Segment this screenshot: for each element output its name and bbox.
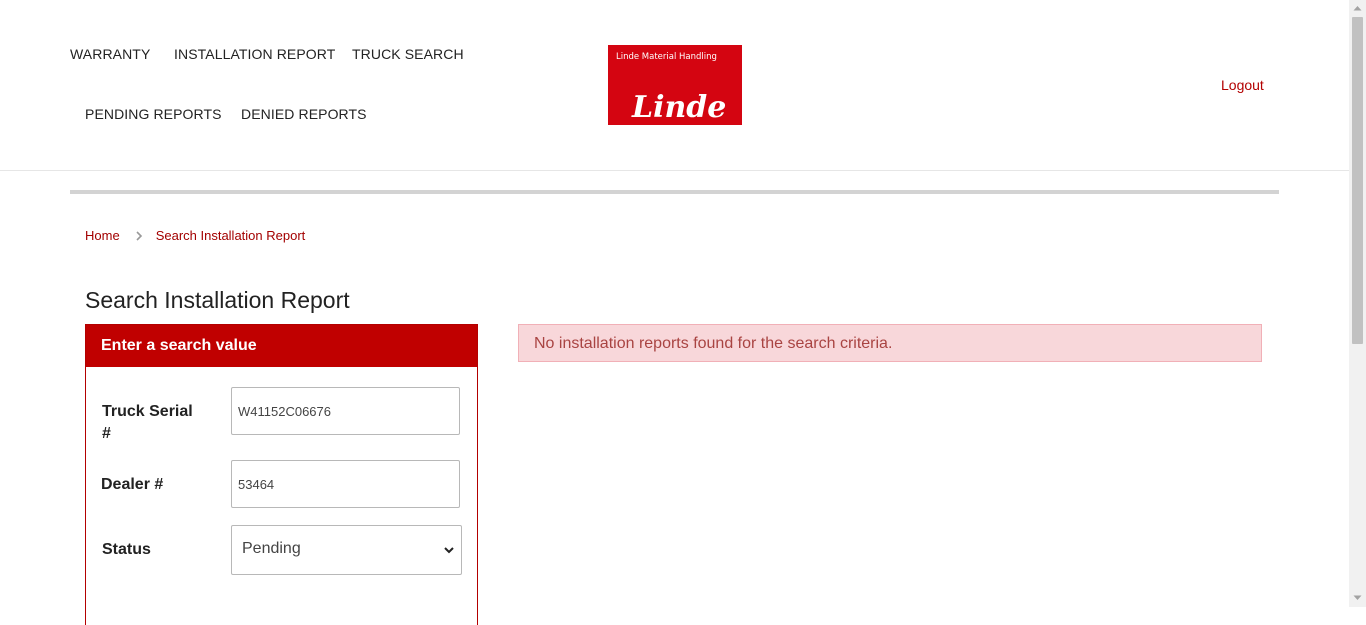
- header-divider: [70, 190, 1279, 194]
- alert-message: No installation reports found for the se…: [534, 335, 893, 352]
- page-title: Search Installation Report: [85, 287, 350, 313]
- linde-logo[interactable]: Linde Material Handling Linde: [608, 45, 742, 125]
- dealer-input[interactable]: [231, 460, 460, 508]
- breadcrumb-current[interactable]: Search Installation Report: [156, 228, 306, 243]
- nav-pending-reports[interactable]: PENDING REPORTS: [85, 106, 222, 122]
- scroll-up-arrow-icon[interactable]: [1353, 5, 1362, 11]
- truck-serial-input[interactable]: [231, 387, 460, 435]
- breadcrumb: Home Search Installation Report: [85, 228, 305, 243]
- scrollbar-thumb[interactable]: [1352, 17, 1363, 344]
- svg-text:Linde: Linde: [631, 90, 726, 125]
- status-selected-value: Pending: [242, 540, 301, 557]
- breadcrumb-home[interactable]: Home: [85, 228, 120, 243]
- nav-warranty[interactable]: WARRANTY: [70, 46, 150, 62]
- dealer-label: Dealer #: [101, 476, 164, 493]
- search-panel-header: Enter a search value: [86, 325, 477, 367]
- nav-denied-reports[interactable]: DENIED REPORTS: [241, 106, 367, 122]
- status-select[interactable]: Pending: [231, 525, 462, 575]
- site-header: WARRANTY INSTALLATION REPORT TRUCK SEARC…: [0, 0, 1349, 171]
- status-label: Status: [102, 541, 151, 558]
- no-results-alert: No installation reports found for the se…: [518, 324, 1262, 362]
- nav-installation-report[interactable]: INSTALLATION REPORT: [174, 46, 335, 62]
- logout-link[interactable]: Logout: [1221, 77, 1264, 93]
- search-panel: Enter a search value Truck Serial # Deal…: [85, 324, 478, 625]
- truck-serial-label: Truck Serial #: [102, 403, 193, 442]
- linde-wordmark-icon: Linde: [631, 90, 726, 125]
- nav-truck-search[interactable]: TRUCK SEARCH: [352, 46, 464, 62]
- chevron-right-icon: [134, 229, 144, 243]
- scroll-down-arrow-icon[interactable]: [1353, 595, 1362, 601]
- vertical-scrollbar[interactable]: [1349, 0, 1366, 607]
- chevron-down-icon: [444, 547, 454, 554]
